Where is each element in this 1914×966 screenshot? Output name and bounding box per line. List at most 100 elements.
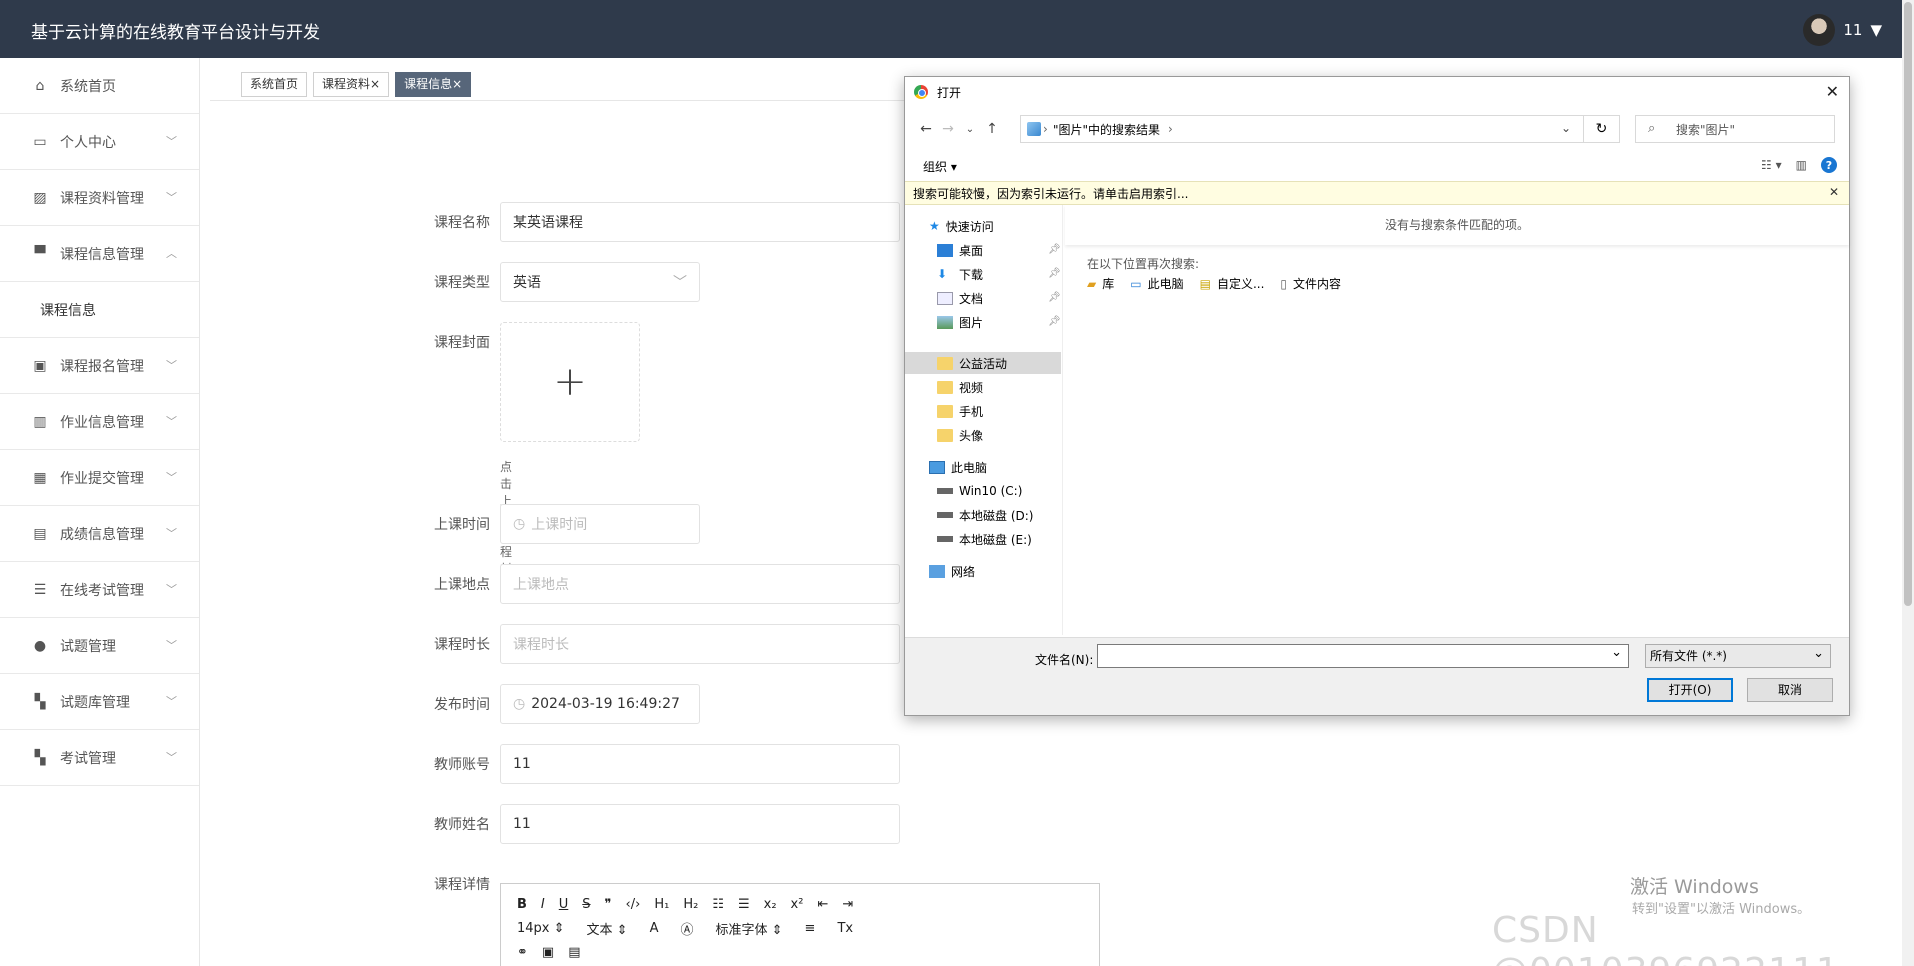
refresh-icon[interactable]: ↻ [1583, 116, 1619, 142]
h1-icon[interactable]: H₁ [654, 897, 669, 912]
quote-icon[interactable]: ❞ [605, 897, 612, 912]
location-custom[interactable]: ▤ 自定义... [1200, 275, 1265, 292]
bullet-list-icon[interactable]: ☰ [738, 897, 750, 912]
close-icon[interactable]: ✕ [1829, 185, 1839, 199]
tree-drive-e[interactable]: 本地磁盘 (E:) [937, 528, 1032, 550]
scrollbar-thumb[interactable] [1904, 2, 1912, 606]
bg-color-icon[interactable]: Ⓐ [680, 919, 693, 938]
tree-documents[interactable]: 文档 [937, 287, 983, 309]
sidebar-item-profile[interactable]: ▭ 个人中心 ﹀ [0, 114, 199, 170]
sidebar-item-enroll[interactable]: ▣ 课程报名管理 ﹀ [0, 338, 199, 394]
avatar[interactable] [1803, 14, 1836, 46]
font-family-select[interactable]: 标准字体 ⇕ [716, 919, 783, 938]
back-arrow-icon[interactable]: ← [915, 121, 937, 137]
page-scrollbar[interactable] [1902, 0, 1914, 966]
publish-time-input[interactable]: ◷ 2024-03-19 16:49:27 [500, 684, 700, 724]
view-icon[interactable]: ☷ ▾ [1761, 158, 1782, 172]
teacher-name-input[interactable]: 11 [500, 804, 900, 844]
plus-icon: + [553, 359, 587, 405]
address-bar[interactable]: › "图片"中的搜索结果 › ⌄ ↻ [1020, 115, 1620, 143]
rich-text-editor[interactable]: BIUS ❞ ‹/› H₁ H₂ ☷ ☰ x₂ x² ⇤ ⇥ 14px ⇕ 文本 ⇕ A Ⓐ… [500, 883, 1100, 966]
tree-downloads[interactable]: ⬇ 下载 [937, 263, 983, 285]
italic-icon[interactable]: I [541, 897, 545, 912]
forward-arrow-icon[interactable]: → [937, 121, 959, 137]
tree-pictures[interactable]: 图片 [937, 311, 983, 333]
tree-folder-2[interactable]: 视频 [937, 376, 983, 398]
up-arrow-icon[interactable]: ↑ [981, 121, 1003, 137]
username[interactable]: 11 [1843, 21, 1862, 39]
place-input[interactable]: 上课地点 [500, 564, 900, 604]
search-input[interactable]: ⌕ 搜索"图片" [1635, 115, 1835, 143]
sidebar-item-question-bank[interactable]: ▚ 试题库管理 ﹀ [0, 674, 199, 730]
class-time-input[interactable]: ◷ 上课时间 [500, 504, 700, 544]
indent-icon[interactable]: ⇥ [842, 897, 853, 912]
submenu-course-info[interactable]: 课程信息 [0, 282, 199, 338]
sidebar-item-course-info[interactable]: ▀ 课程信息管理 ︿ [0, 226, 199, 282]
tab-materials[interactable]: 课程资料× [313, 72, 390, 97]
text-type-select[interactable]: 文本 ⇕ [587, 919, 628, 938]
preview-pane-icon[interactable]: ▥ [1796, 158, 1807, 172]
organize-button[interactable]: 组织 ▾ [923, 158, 957, 175]
address-dropdown-icon[interactable]: ⌄ [1561, 121, 1571, 135]
location-file-contents[interactable]: ▯ 文件内容 [1280, 275, 1341, 292]
image-icon[interactable]: ▣ [542, 945, 554, 960]
desktop-icon [937, 243, 953, 257]
duration-input[interactable]: 课程时长 [500, 624, 900, 664]
tree-drive-d[interactable]: 本地磁盘 (D:) [937, 504, 1033, 526]
align-icon[interactable]: ≡ [805, 921, 816, 936]
underline-icon[interactable]: U [559, 897, 569, 912]
tab-course-info[interactable]: 课程信息× [395, 72, 472, 97]
clear-format-icon[interactable]: Tx [837, 921, 853, 936]
sidebar-item-exam-online[interactable]: ☰ 在线考试管理 ﹀ [0, 562, 199, 618]
tree-folder-3[interactable]: 手机 [937, 400, 983, 422]
superscript-icon[interactable]: x² [791, 897, 804, 912]
location-library[interactable]: ▰ 库 [1087, 275, 1114, 292]
strike-icon[interactable]: S [582, 897, 590, 912]
sidebar-item-home[interactable]: ⌂ 系统首页 [0, 58, 199, 114]
tree-this-pc[interactable]: 此电脑 [929, 456, 987, 478]
font-size-select[interactable]: 14px ⇕ [517, 921, 565, 936]
ordered-list-icon[interactable]: ☷ [712, 897, 724, 912]
code-icon[interactable]: ‹/› [626, 897, 641, 912]
tab-home[interactable]: 系统首页 [241, 72, 308, 97]
custom-folder-icon: ▤ [1199, 276, 1211, 291]
teacher-account-input[interactable]: 11 [500, 744, 900, 784]
app-title: 基于云计算的在线教育平台设计与开发 [31, 23, 320, 43]
tree-folder-4[interactable]: 头像 [937, 424, 983, 446]
star-icon: ★ [929, 219, 940, 233]
sidebar-item-questions[interactable]: ● 试题管理 ﹀ [0, 618, 199, 674]
tree-network[interactable]: 网络 [929, 560, 975, 582]
sidebar-item-materials[interactable]: ▨ 课程资料管理 ﹀ [0, 170, 199, 226]
link-icon[interactable]: ⚭ [517, 945, 528, 960]
outdent-icon[interactable]: ⇤ [817, 897, 828, 912]
bold-icon[interactable]: B [517, 897, 527, 912]
recent-dropdown-icon[interactable]: ⌄ [959, 124, 981, 135]
sidebar-item-homework[interactable]: ▥ 作业信息管理 ﹀ [0, 394, 199, 450]
sidebar-item-exams[interactable]: ▚ 考试管理 ﹀ [0, 730, 199, 786]
tree-drive-c[interactable]: Win10 (C:) [937, 480, 1022, 502]
cover-upload[interactable]: + [500, 322, 640, 442]
search-again-label: 在以下位置再次搜索: [1087, 257, 1200, 271]
filetype-select[interactable]: 所有文件 (*.*) [1645, 643, 1831, 668]
caret-down-icon[interactable]: ▼ [1870, 21, 1882, 39]
cancel-button[interactable]: 取消 [1747, 678, 1833, 702]
video-icon[interactable]: ▤ [568, 945, 580, 960]
tree-folder-1[interactable]: 公益活动 [937, 352, 1007, 374]
open-button[interactable]: 打开(O) [1647, 678, 1733, 702]
font-color-icon[interactable]: A [650, 921, 659, 936]
h2-icon[interactable]: H₂ [683, 897, 698, 912]
course-type-select[interactable]: 英语 ﹀ [500, 262, 700, 302]
filename-input[interactable] [1097, 644, 1629, 668]
sidebar-item-scores[interactable]: ▤ 成绩信息管理 ﹀ [0, 506, 199, 562]
chevron-down-icon: ﹀ [166, 359, 177, 372]
subscript-icon[interactable]: x₂ [764, 897, 777, 912]
user-menu[interactable]: 11 ▼ [1803, 14, 1882, 46]
close-icon[interactable]: ✕ [1826, 82, 1839, 101]
location-this-pc[interactable]: ▭ 此电脑 [1130, 275, 1183, 292]
index-info-bar[interactable]: 搜索可能较慢，因为索引未运行。请单击启用索引... ✕ [905, 181, 1849, 205]
course-name-input[interactable]: 某英语课程 [500, 202, 900, 242]
sidebar-item-submit[interactable]: ▦ 作业提交管理 ﹀ [0, 450, 199, 506]
tree-quick-access[interactable]: ★ 快速访问 [929, 215, 994, 237]
tree-desktop[interactable]: 桌面 [937, 239, 983, 261]
help-icon[interactable]: ? [1821, 157, 1837, 173]
